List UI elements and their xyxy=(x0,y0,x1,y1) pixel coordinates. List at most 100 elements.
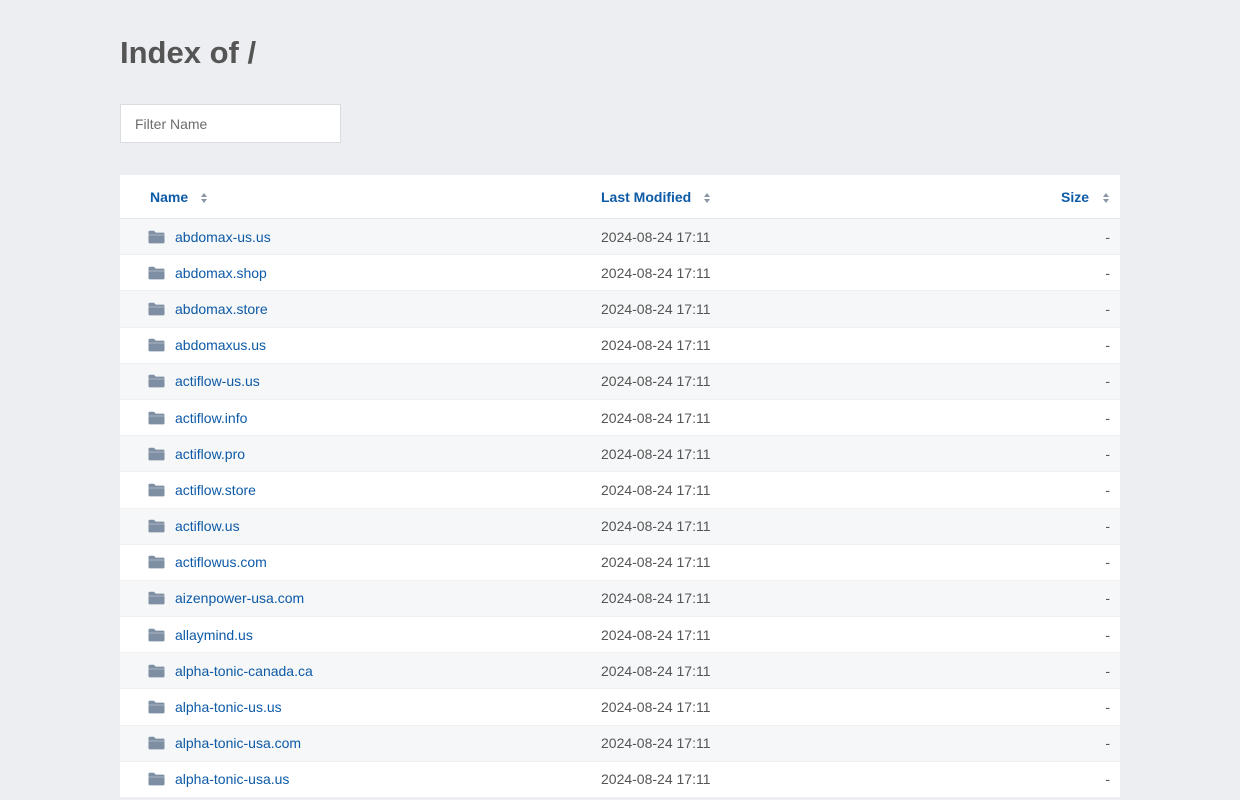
entry-link[interactable]: alpha-tonic-usa.com xyxy=(175,735,301,751)
folder-icon xyxy=(148,411,165,424)
modified-date: 2024-08-24 17:11 xyxy=(601,337,711,354)
modified-cell: 2024-08-24 17:11 xyxy=(590,554,1041,570)
name-cell: actiflow-us.us xyxy=(120,373,590,389)
modified-cell: 2024-08-24 17:11 xyxy=(590,771,1041,787)
entry-link[interactable]: aizenpower-usa.com xyxy=(175,590,304,606)
size-value: - xyxy=(1105,228,1110,245)
folder-icon xyxy=(148,519,165,533)
table-row: actiflow.pro 2024-08-24 17:11 - xyxy=(120,436,1120,473)
sort-by-name-link[interactable]: Name xyxy=(150,189,188,205)
modified-date: 2024-08-24 17:11 xyxy=(601,481,711,498)
folder-icon xyxy=(148,773,165,786)
modified-date: 2024-08-24 17:11 xyxy=(601,373,711,390)
modified-date: 2024-08-24 17:11 xyxy=(601,300,711,317)
size-cell: - xyxy=(1041,337,1120,353)
modified-date: 2024-08-24 17:11 xyxy=(601,590,711,607)
table-row: abdomax.store 2024-08-24 17:11 - xyxy=(120,291,1120,328)
directory-listing: Name Last Modified Size abdomax-us.us 20… xyxy=(120,175,1120,798)
name-cell: actiflow.store xyxy=(120,482,590,498)
modified-date: 2024-08-24 17:11 xyxy=(601,445,711,462)
modified-cell: 2024-08-24 17:11 xyxy=(590,446,1041,462)
table-row: abdomaxus.us 2024-08-24 17:11 - xyxy=(120,328,1120,364)
sort-arrows-icon[interactable] xyxy=(1102,192,1110,204)
name-cell: actiflowus.com xyxy=(120,554,590,570)
entry-link[interactable]: abdomax.store xyxy=(175,301,268,317)
table-row: actiflow.info 2024-08-24 17:11 - xyxy=(120,400,1120,437)
entry-link[interactable]: actiflow.info xyxy=(175,410,247,426)
entry-link[interactable]: allaymind.us xyxy=(175,627,253,643)
size-cell: - xyxy=(1041,554,1120,570)
size-cell: - xyxy=(1041,373,1120,389)
sort-by-modified-link[interactable]: Last Modified xyxy=(601,189,691,205)
listing-header: Name Last Modified Size xyxy=(120,175,1120,219)
modified-cell: 2024-08-24 17:11 xyxy=(590,229,1041,245)
listing-body: abdomax-us.us 2024-08-24 17:11- abdomax.sh… xyxy=(120,219,1120,798)
table-row: abdomax.shop 2024-08-24 17:11 - xyxy=(120,255,1120,292)
size-value: - xyxy=(1105,626,1110,643)
modified-cell: 2024-08-24 17:11 xyxy=(590,699,1041,715)
size-value: - xyxy=(1105,481,1110,498)
folder-icon xyxy=(148,302,165,316)
table-row: alpha-tonic-us.us 2024-08-24 17:11 - xyxy=(120,689,1120,726)
folder-icon xyxy=(148,483,165,497)
size-value: - xyxy=(1105,264,1110,281)
size-cell: - xyxy=(1041,229,1120,245)
modified-cell: 2024-08-24 17:11 xyxy=(590,337,1041,353)
entry-link[interactable]: actiflow-us.us xyxy=(175,373,260,389)
entry-link[interactable]: abdomaxus.us xyxy=(175,337,266,353)
sort-arrows-icon[interactable] xyxy=(703,192,711,204)
folder-icon xyxy=(148,230,165,243)
name-cell: alpha-tonic-usa.us xyxy=(120,771,590,787)
name-cell: alpha-tonic-canada.ca xyxy=(120,663,590,679)
modified-cell: 2024-08-24 17:11 xyxy=(590,482,1041,498)
modified-cell: 2024-08-24 17:11 xyxy=(590,301,1041,317)
size-value: - xyxy=(1105,662,1110,679)
name-cell: alpha-tonic-usa.com xyxy=(120,735,590,751)
modified-cell: 2024-08-24 17:11 xyxy=(590,627,1041,643)
entry-link[interactable]: alpha-tonic-usa.us xyxy=(175,771,289,787)
entry-link[interactable]: actiflow.us xyxy=(175,518,240,534)
modified-cell: 2024-08-24 17:11 xyxy=(590,590,1041,606)
sort-by-size-link[interactable]: Size xyxy=(1061,189,1089,205)
folder-icon xyxy=(148,556,165,569)
entry-link[interactable]: alpha-tonic-us.us xyxy=(175,699,282,715)
table-row: allaymind.us 2024-08-24 17:11 - xyxy=(120,617,1120,654)
size-cell: - xyxy=(1041,663,1120,679)
size-cell: - xyxy=(1041,301,1120,317)
size-cell: - xyxy=(1041,590,1120,606)
size-value: - xyxy=(1105,771,1110,788)
header-name-cell: Name xyxy=(120,189,590,205)
folder-icon xyxy=(148,700,165,714)
entry-link[interactable]: actiflowus.com xyxy=(175,554,267,570)
size-value: - xyxy=(1105,409,1110,426)
size-cell: - xyxy=(1041,771,1120,787)
size-cell: - xyxy=(1041,410,1120,426)
modified-date: 2024-08-24 17:11 xyxy=(601,554,711,571)
size-cell: - xyxy=(1041,518,1120,534)
entry-link[interactable]: alpha-tonic-canada.ca xyxy=(175,663,313,679)
size-cell: - xyxy=(1041,265,1120,281)
entry-link[interactable]: actiflow.pro xyxy=(175,446,245,462)
size-cell: - xyxy=(1041,699,1120,715)
size-value: - xyxy=(1105,373,1110,390)
sort-arrows-icon[interactable] xyxy=(200,192,208,204)
name-cell: actiflow.us xyxy=(120,518,590,534)
size-cell: - xyxy=(1041,627,1120,643)
folder-icon xyxy=(148,628,165,642)
modified-date: 2024-08-24 17:11 xyxy=(601,518,711,535)
entry-link[interactable]: actiflow.store xyxy=(175,482,256,498)
table-row: actiflowus.com 2024-08-24 17:11 - xyxy=(120,545,1120,581)
table-row: actiflow.us 2024-08-24 17:11 - xyxy=(120,508,1120,545)
table-row: alpha-tonic-usa.com 2024-08-24 17:11 - xyxy=(120,725,1120,762)
entry-link[interactable]: abdomax-us.us xyxy=(175,229,271,245)
size-cell: - xyxy=(1041,735,1120,751)
name-cell: aizenpower-usa.com xyxy=(120,590,590,606)
modified-date: 2024-08-24 17:11 xyxy=(601,771,711,788)
filter-name-input[interactable] xyxy=(120,104,341,143)
name-cell: abdomax.shop xyxy=(120,265,590,281)
folder-icon xyxy=(148,266,165,280)
modified-cell: 2024-08-24 17:11 xyxy=(590,663,1041,679)
entry-link[interactable]: abdomax.shop xyxy=(175,265,267,281)
modified-date: 2024-08-24 17:11 xyxy=(601,699,711,716)
name-cell: actiflow.pro xyxy=(120,446,590,462)
